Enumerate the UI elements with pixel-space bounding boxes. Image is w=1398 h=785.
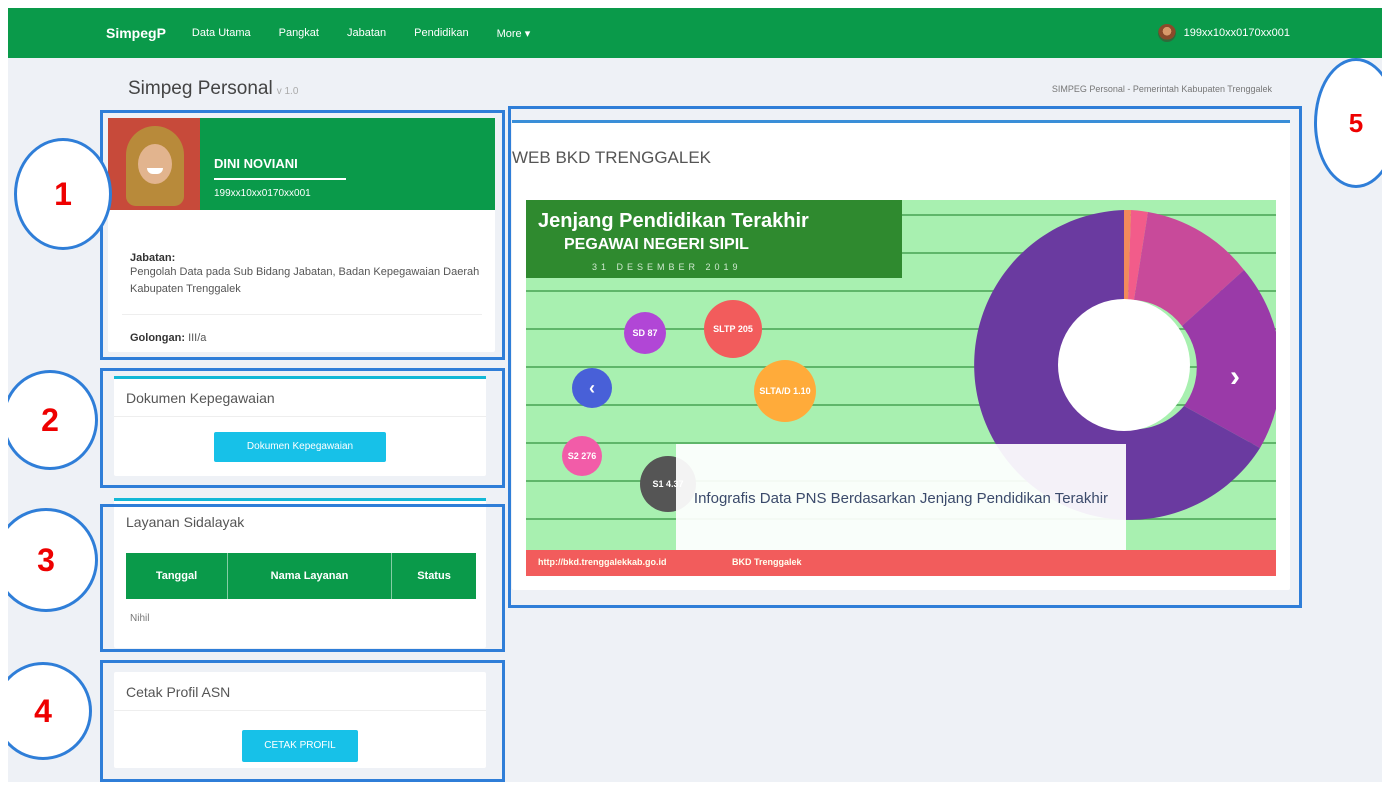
annotation-outline-2 xyxy=(100,368,505,488)
nav-more-dropdown[interactable]: More ▾ xyxy=(497,27,531,40)
app-screen: SimpegP Data Utama Pangkat Jabatan Pendi… xyxy=(8,8,1382,782)
user-avatar-icon xyxy=(1157,24,1176,42)
annotation-callout-3: 3 xyxy=(8,508,98,612)
brand-logo[interactable]: SimpegP xyxy=(106,25,166,41)
annotation-callout-5: 5 xyxy=(1314,58,1382,188)
annotation-callout-2: 2 xyxy=(8,370,98,470)
user-menu[interactable]: 199xx10xx0170xx001 xyxy=(1157,8,1290,58)
annotation-callout-1: 1 xyxy=(14,138,112,250)
top-navbar: SimpegP Data Utama Pangkat Jabatan Pendi… xyxy=(8,8,1382,58)
nav-pangkat[interactable]: Pangkat xyxy=(279,27,319,39)
annotation-outline-5 xyxy=(508,106,1302,608)
nav-jabatan[interactable]: Jabatan xyxy=(347,27,386,39)
annotation-outline-1 xyxy=(100,110,505,360)
breadcrumb: SIMPEG Personal - Pemerintah Kabupaten T… xyxy=(1051,84,1272,94)
user-id-label: 199xx10xx0170xx001 xyxy=(1183,27,1290,39)
page-title-text: Simpeg Personal xyxy=(128,78,273,99)
annotation-outline-3 xyxy=(100,504,505,652)
annotation-callout-4: 4 xyxy=(8,662,92,760)
page-version: v 1.0 xyxy=(276,86,299,97)
annotation-outline-4 xyxy=(100,660,505,782)
nav-data-utama[interactable]: Data Utama xyxy=(192,27,251,39)
panel-accent-line xyxy=(114,498,486,501)
nav-pendidikan[interactable]: Pendidikan xyxy=(414,27,468,39)
page-title: Simpeg Personal v 1.0 xyxy=(128,78,298,100)
